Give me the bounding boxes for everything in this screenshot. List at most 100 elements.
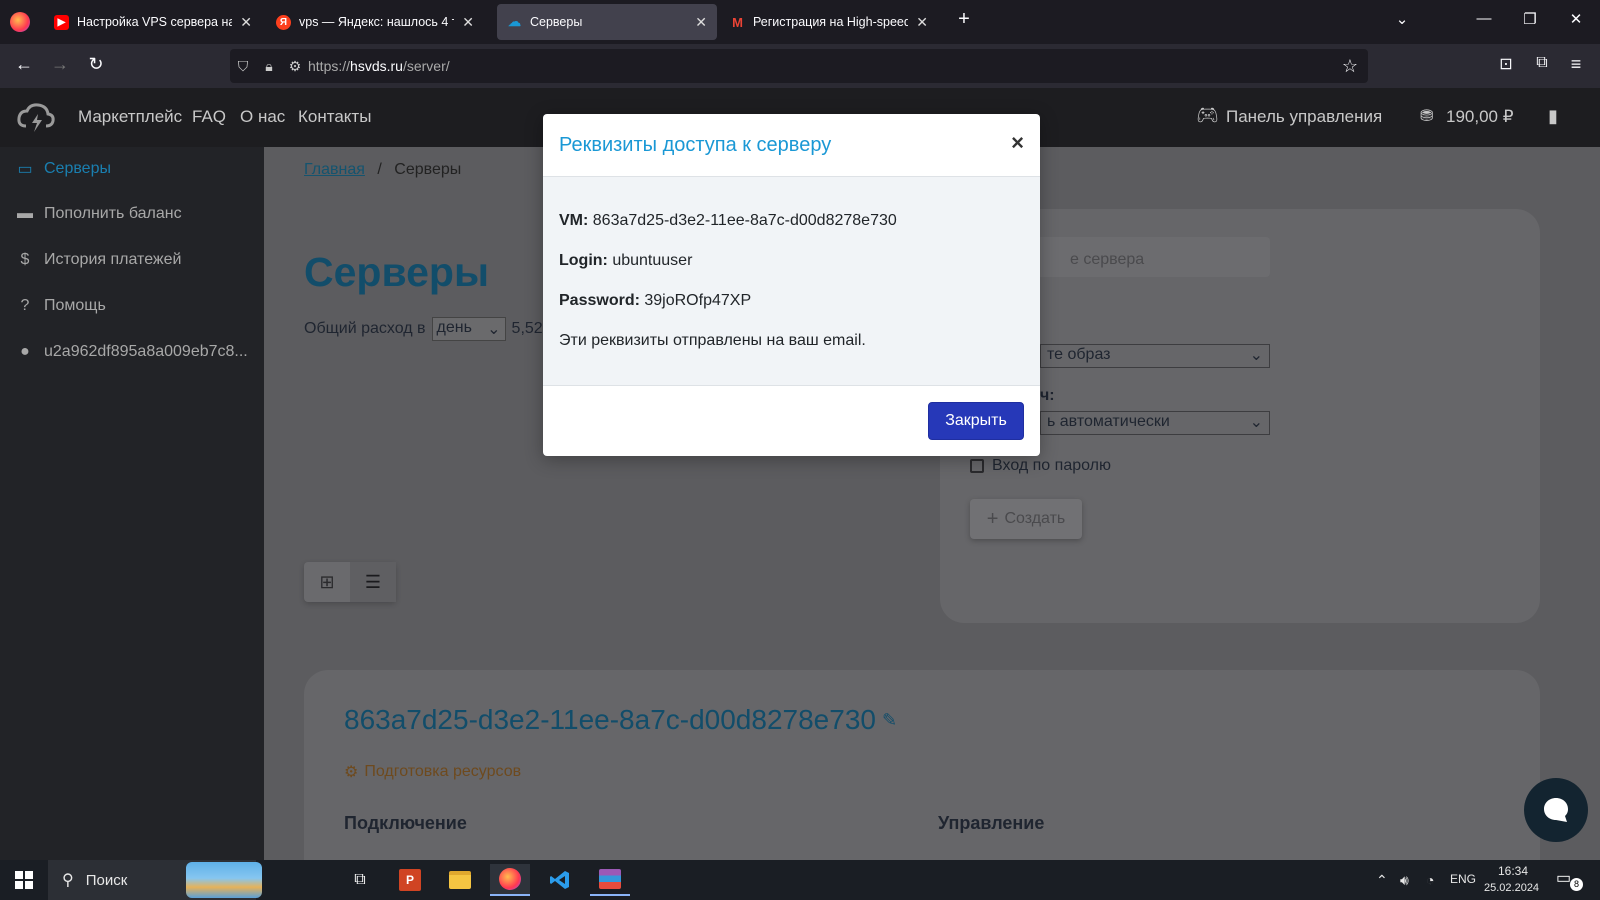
nav-about[interactable]: О нас	[240, 107, 285, 127]
sidebar: ▭ Серверы ▬ Пополнить баланс $ История п…	[0, 147, 264, 860]
password-value: 39joROfp47XP	[644, 292, 752, 309]
close-tab-icon[interactable]: ✕	[916, 14, 928, 31]
notification-center-icon[interactable]: ▭ 8	[1556, 868, 1584, 892]
firefox-taskbar-icon[interactable]	[490, 864, 530, 896]
sidebar-item-servers[interactable]: ▭ Серверы	[16, 159, 256, 179]
clock-time[interactable]: 16:34	[1498, 864, 1528, 878]
new-tab-icon[interactable]: +	[950, 8, 978, 31]
file-explorer-icon[interactable]	[440, 864, 480, 896]
password-login-checkbox[interactable]	[970, 459, 984, 473]
url-bar[interactable]: ⛉ 🔒︎ ⚙ https:// hsvds.ru /server/ ☆	[230, 49, 1368, 83]
image-select[interactable]: те образ ⌄	[1040, 344, 1270, 368]
clock-date[interactable]: 25.02.2024	[1484, 882, 1539, 894]
ssh-key-select[interactable]: ь автоматически ⌄	[1040, 411, 1270, 435]
expense-label: Общий расход в	[304, 320, 426, 337]
tray-expand-icon[interactable]: ⌃	[1376, 872, 1388, 889]
server-id-title[interactable]: 863a7d25-d3e2-11ee-8a7c-d00d8278e730	[344, 704, 876, 736]
sidebar-item-help[interactable]: ? Помощь	[16, 297, 256, 315]
sidebar-item-topup[interactable]: ▬ Пополнить баланс	[16, 205, 256, 223]
nav-contacts[interactable]: Контакты	[298, 107, 371, 127]
tab-youtube[interactable]: ▶ Настройка VPS сервера на Linux ✕	[44, 4, 262, 40]
breadcrumb-current: Серверы	[394, 161, 462, 178]
chat-widget-button[interactable]	[1524, 778, 1588, 842]
vscode-icon[interactable]	[540, 864, 580, 896]
server-name-input[interactable]: е сервера	[1010, 237, 1270, 277]
balance-amount[interactable]: 190,00 ₽	[1446, 107, 1514, 127]
minimize-icon[interactable]: —	[1470, 10, 1498, 27]
extensions-icon[interactable]: ⧉	[1530, 54, 1554, 72]
shield-icon[interactable]: ⛉	[230, 58, 256, 75]
gamepad-icon: 🎮︎	[1196, 105, 1219, 125]
search-icon: ⚲	[62, 872, 74, 889]
window-close-icon[interactable]: ✕	[1562, 10, 1590, 28]
volume-icon[interactable]: 🔊︎	[1400, 872, 1409, 889]
login-label: Login:	[559, 252, 608, 269]
tab-yandex[interactable]: Я vps — Яндекс: нашлось 4 тыс. ✕	[266, 4, 484, 40]
tab-servers[interactable]: ☁ Серверы ✕	[497, 4, 717, 40]
tab-title: Серверы	[530, 15, 583, 29]
tab-gmail[interactable]: M Регистрация на High-speed VDS ✕	[720, 4, 938, 40]
search-highlight-image[interactable]	[186, 862, 262, 898]
list-view-icon[interactable]: ☰	[350, 562, 396, 602]
modal-title: Реквизиты доступа к серверу	[559, 134, 832, 156]
password-line: Password: 39joROfp47XP	[559, 292, 751, 310]
logout-icon[interactable]: ▮	[1548, 106, 1558, 127]
url-prefix: https://	[308, 58, 351, 74]
lock-icon[interactable]: 🔒︎	[256, 58, 282, 75]
permissions-icon[interactable]: ⚙	[282, 58, 308, 75]
winrar-icon[interactable]	[590, 864, 630, 896]
chat-bubble-icon	[1544, 798, 1568, 822]
close-icon[interactable]: ×	[1011, 130, 1024, 156]
restore-icon[interactable]: ❐	[1516, 10, 1544, 28]
control-panel-link[interactable]: Панель управления	[1226, 107, 1382, 127]
sidebar-item-label: Серверы	[44, 160, 111, 177]
back-icon[interactable]: ←	[12, 54, 36, 75]
close-tab-icon[interactable]: ✕	[462, 14, 474, 31]
page-title: Серверы	[304, 249, 489, 295]
expense-period-select[interactable]: день ⌄	[431, 317, 506, 341]
expense-period-value: день	[436, 319, 472, 336]
site-logo-icon[interactable]	[16, 102, 56, 139]
create-button[interactable]: + Создать	[970, 499, 1082, 539]
nav-marketplace[interactable]: Маркетплейс	[78, 107, 182, 127]
hsvds-icon: ☁	[508, 14, 521, 29]
network-icon[interactable]: ◔	[1426, 872, 1434, 888]
tab-title: Регистрация на High-speed VDS	[753, 15, 909, 29]
pocket-icon[interactable]: ⊡	[1494, 54, 1518, 74]
windows-taskbar: ⚲ Поиск ⧉ P ⌃ 🔊︎ ◔ ENG 16:34 25.02.2024 …	[0, 860, 1600, 900]
forward-icon[interactable]: →	[48, 54, 72, 75]
create-button-label: Создать	[1004, 510, 1066, 527]
server-card: 863a7d25-d3e2-11ee-8a7c-d00d8278e730 ✎ ⚙…	[304, 670, 1540, 860]
breadcrumb-home-link[interactable]: Главная	[304, 161, 365, 178]
taskbar-search[interactable]: ⚲ Поиск	[48, 860, 262, 900]
powerpoint-icon[interactable]: P	[390, 864, 430, 896]
yandex-icon: Я	[276, 14, 291, 30]
sidebar-item-user[interactable]: ● u2a962df895a8a009eb7c8...	[16, 343, 256, 361]
gmail-icon: M	[732, 14, 743, 30]
view-toggle-group: ⊞ ☰	[304, 562, 396, 602]
windows-start-icon[interactable]	[4, 864, 44, 896]
sidebar-item-payment-history[interactable]: $ История платежей	[16, 251, 256, 269]
sidebar-item-label: Помощь	[44, 297, 106, 314]
task-view-icon[interactable]: ⧉	[340, 864, 380, 896]
coins-icon: ⛃	[1420, 108, 1434, 125]
bookmark-star-icon[interactable]: ☆	[1342, 56, 1358, 77]
nav-faq[interactable]: FAQ	[192, 107, 226, 127]
close-tab-icon[interactable]: ✕	[240, 14, 252, 31]
grid-view-icon[interactable]: ⊞	[304, 562, 350, 602]
reload-icon[interactable]: ↻	[84, 54, 108, 75]
user-icon: ●	[20, 343, 30, 360]
url-path: /server/	[402, 58, 450, 74]
vm-value: 863a7d25-d3e2-11ee-8a7c-d00d8278e730	[592, 212, 897, 229]
close-button[interactable]: Закрыть	[928, 402, 1024, 440]
app-menu-icon[interactable]: ≡	[1564, 54, 1588, 75]
language-indicator[interactable]: ENG	[1450, 872, 1476, 886]
password-label: Password:	[559, 292, 640, 309]
url-host: hsvds.ru	[350, 58, 403, 74]
vm-label: VM:	[559, 212, 589, 229]
tab-list-chevron-icon[interactable]: ⌄	[1388, 10, 1416, 28]
firefox-menu-icon[interactable]	[10, 12, 30, 32]
edit-pencil-icon[interactable]: ✎	[882, 710, 897, 731]
close-tab-icon[interactable]: ✕	[695, 14, 707, 31]
chevron-down-icon: ⌄	[1249, 414, 1263, 431]
